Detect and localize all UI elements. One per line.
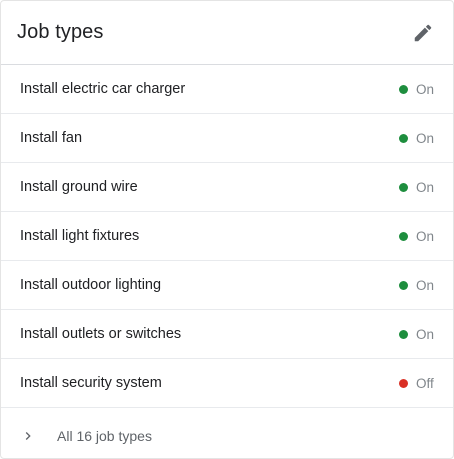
job-type-label: Install security system <box>20 375 162 391</box>
job-type-label: Install outdoor lighting <box>20 277 162 293</box>
job-type-row[interactable]: Install electric car charger On <box>1 65 453 114</box>
job-type-label: Install light fixtures <box>20 228 140 244</box>
status-text: On <box>416 228 435 244</box>
job-type-row[interactable]: Install light fixtures On <box>1 212 453 261</box>
job-type-label: Install outlets or switches <box>20 326 182 342</box>
status-dot <box>399 84 408 94</box>
status-dot <box>399 231 408 241</box>
job-type-status: Off <box>399 376 437 391</box>
status-dot <box>399 378 408 388</box>
job-type-row[interactable]: Install fan On <box>1 114 453 163</box>
job-type-row[interactable]: Install outdoor lighting On <box>1 261 453 310</box>
status-dot <box>399 182 408 192</box>
card-header: Job types <box>1 1 453 65</box>
job-type-status: On <box>399 180 437 195</box>
job-type-row[interactable]: Install ground wire On <box>1 163 453 212</box>
job-type-label: Install fan <box>20 130 83 146</box>
status-text: On <box>416 326 435 342</box>
edit-button[interactable] <box>409 19 437 47</box>
all-job-types-label: All 16 job types <box>57 427 152 444</box>
job-type-status: On <box>399 131 437 146</box>
job-type-row[interactable]: Install security system Off <box>1 359 453 408</box>
chevron-right-icon <box>19 427 37 445</box>
status-dot <box>399 133 408 143</box>
all-job-types-link[interactable]: All 16 job types <box>1 408 453 458</box>
status-text: On <box>416 277 435 293</box>
status-dot <box>399 329 408 339</box>
status-text: On <box>416 179 435 195</box>
job-type-status: On <box>399 82 437 97</box>
job-types-card: Job types Install electric car charger O… <box>0 0 454 459</box>
card-title: Job types <box>17 21 104 43</box>
status-dot <box>399 280 408 290</box>
job-type-row[interactable]: Install outlets or switches On <box>1 310 453 359</box>
status-text: Off <box>416 375 434 391</box>
job-types-list: Install electric car charger On Install … <box>1 65 453 408</box>
job-type-status: On <box>399 278 437 293</box>
status-text: On <box>416 130 435 146</box>
job-type-label: Install electric car charger <box>20 81 186 97</box>
job-type-status: On <box>399 229 437 244</box>
pencil-icon <box>414 24 432 41</box>
job-type-label: Install ground wire <box>20 179 138 195</box>
job-type-status: On <box>399 327 437 342</box>
status-text: On <box>416 81 435 97</box>
